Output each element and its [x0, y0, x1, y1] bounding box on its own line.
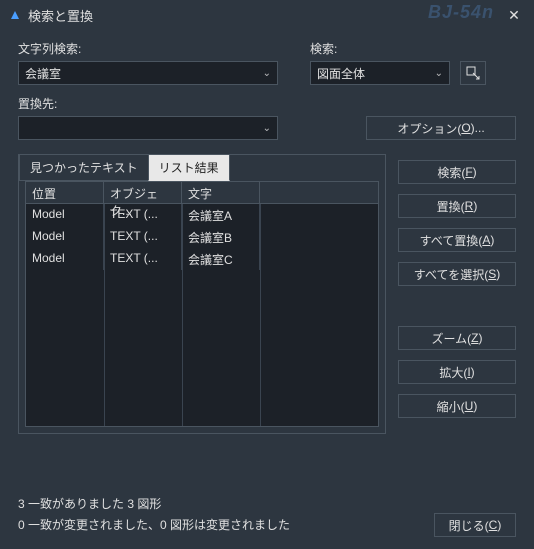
col-position[interactable]: 位置	[26, 182, 104, 203]
table-row[interactable]: ModelTEXT (...会議室C	[26, 248, 378, 270]
results-table: 位置 オブジェク... 文字 ModelTEXT (...会議室AModelTE…	[25, 181, 379, 427]
chevron-down-icon: ⌄	[263, 68, 271, 79]
results-panel: 見つかったテキスト リスト結果 位置 オブジェク... 文字 ModelTEXT…	[18, 154, 386, 434]
chevron-down-icon: ⌄	[435, 68, 443, 79]
zoom-button[interactable]: ズーム(Z)	[398, 326, 516, 350]
table-cell: TEXT (...	[104, 226, 182, 248]
find-label: 文字列検索:	[18, 40, 278, 57]
zoom-in-button[interactable]: 拡大(I)	[398, 360, 516, 384]
table-cell: 会議室A	[182, 204, 260, 226]
chevron-down-icon: ⌄	[263, 123, 271, 134]
table-header: 位置 オブジェク... 文字	[26, 182, 378, 204]
search-button[interactable]: 検索(F)	[398, 160, 516, 184]
options-button[interactable]: オプション(O)...	[366, 116, 516, 140]
zoom-out-button[interactable]: 縮小(U)	[398, 394, 516, 418]
window-title: 検索と置換	[28, 6, 502, 25]
col-object[interactable]: オブジェク...	[104, 182, 182, 203]
close-button[interactable]: 閉じる(C)	[434, 513, 516, 537]
scope-label: 検索:	[310, 40, 516, 57]
find-value: 会議室	[25, 65, 61, 82]
tab-list-results[interactable]: リスト結果	[148, 154, 230, 181]
table-cell: Model	[26, 248, 104, 270]
titlebar: 検索と置換 ✕	[0, 0, 534, 30]
table-cell: Model	[26, 204, 104, 226]
select-all-button[interactable]: すべてを選択(S)	[398, 262, 516, 286]
status-line1: 3 一致がありました 3 図形	[18, 494, 290, 516]
replace-label: 置換先:	[18, 95, 278, 112]
find-input[interactable]: 会議室 ⌄	[18, 61, 278, 85]
table-cell: TEXT (...	[104, 248, 182, 270]
table-cell: 会議室B	[182, 226, 260, 248]
scope-value: 図面全体	[317, 65, 365, 82]
tab-found-text[interactable]: 見つかったテキスト	[19, 154, 149, 181]
replace-button[interactable]: 置換(R)	[398, 194, 516, 218]
close-icon[interactable]: ✕	[502, 3, 526, 27]
replace-input[interactable]: ⌄	[18, 116, 278, 140]
table-cell: TEXT (...	[104, 204, 182, 226]
table-cell: 会議室C	[182, 248, 260, 270]
scope-select[interactable]: 図面全体 ⌄	[310, 61, 450, 85]
replace-all-button[interactable]: すべて置換(A)	[398, 228, 516, 252]
pick-object-button[interactable]	[460, 61, 486, 85]
status-text: 3 一致がありました 3 図形 0 一致が変更されました、0 図形は変更されまし…	[18, 494, 290, 537]
table-row[interactable]: ModelTEXT (...会議室A	[26, 204, 378, 226]
app-icon	[8, 8, 22, 22]
status-line2: 0 一致が変更されました、0 図形は変更されました	[18, 515, 290, 537]
col-text[interactable]: 文字	[182, 182, 260, 203]
table-cell: Model	[26, 226, 104, 248]
table-row[interactable]: ModelTEXT (...会議室B	[26, 226, 378, 248]
